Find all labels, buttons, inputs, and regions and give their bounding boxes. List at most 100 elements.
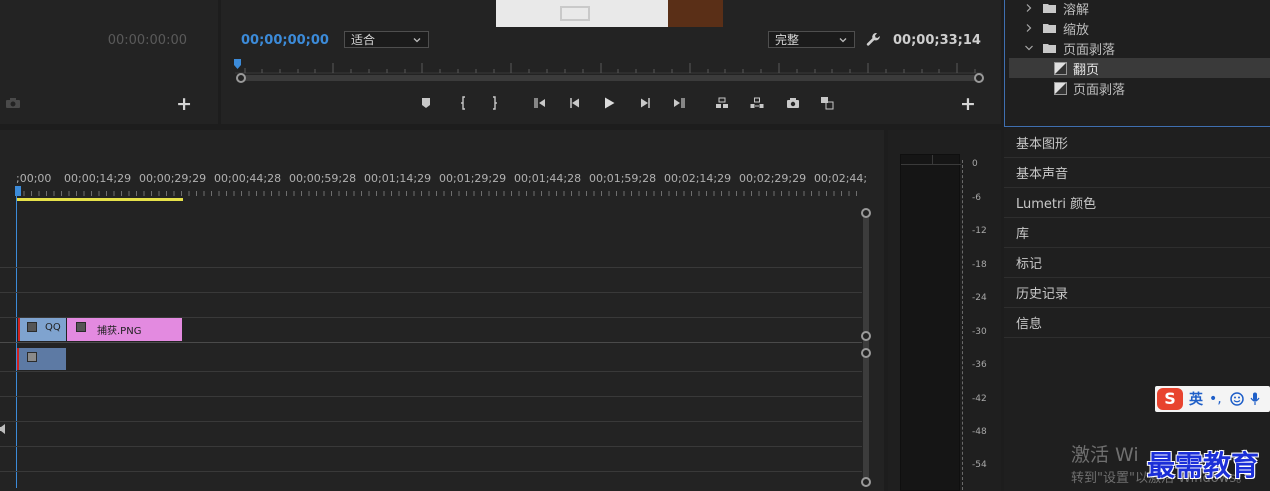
quality-dropdown[interactable]: 完整	[768, 31, 855, 48]
zoom-handle-right[interactable]	[974, 73, 984, 83]
mark-in-icon	[461, 96, 465, 110]
folder-icon	[1043, 44, 1056, 53]
db-label: 0	[972, 159, 978, 169]
program-zoom-scrollbar[interactable]	[239, 75, 981, 81]
db-label: -36	[972, 360, 987, 370]
tree-label: 缩放	[1063, 22, 1090, 38]
export-frame-button[interactable]	[784, 95, 802, 111]
program-scrub-ruler[interactable]	[235, 60, 983, 74]
step-forward-button[interactable]	[636, 95, 654, 111]
extract-button[interactable]	[748, 95, 766, 111]
chevron-down-icon	[839, 37, 847, 42]
panel-essential-sound[interactable]: 基本声音	[1004, 158, 1270, 188]
effects-panel: 溶解 缩放 页面剥落 翻页 页面剥落	[1004, 0, 1270, 127]
ruler-label: 00;01;59;28	[589, 172, 657, 185]
timeline-ruler-ticks[interactable]	[16, 188, 860, 196]
clip-qq[interactable]: QQ	[18, 318, 66, 341]
ime-punctuation[interactable]: •,	[1209, 391, 1222, 407]
program-duration-timecode: 00;00;33;14	[893, 33, 981, 48]
work-area-bar[interactable]	[17, 198, 183, 201]
db-label: -54	[972, 460, 987, 470]
program-playhead[interactable]	[234, 59, 241, 69]
db-label: -24	[972, 293, 987, 303]
track-divider	[0, 292, 862, 293]
zoom-handle-left[interactable]	[236, 73, 246, 83]
camera-icon[interactable]	[5, 97, 21, 109]
panel-markers[interactable]: 标记	[1004, 248, 1270, 278]
chevron-down-icon[interactable]	[1023, 42, 1035, 54]
tree-folder-zoom[interactable]: 缩放	[1009, 18, 1270, 38]
mark-out-button[interactable]	[486, 95, 504, 111]
timeline-vertical-scrollbar[interactable]	[861, 208, 871, 488]
microphone-icon[interactable]	[1250, 392, 1260, 406]
chevron-right-icon[interactable]	[1023, 2, 1035, 14]
add-marker-button[interactable]	[417, 95, 435, 111]
tree-label: 页面剥落	[1063, 42, 1116, 58]
mark-in-button[interactable]	[454, 95, 472, 111]
tree-effect-page-turn[interactable]: 翻页	[1009, 58, 1270, 78]
marker-icon	[422, 98, 430, 108]
db-label: -48	[972, 427, 987, 437]
program-add-button[interactable]: +	[960, 93, 976, 115]
source-add-button[interactable]: +	[176, 93, 192, 115]
tree-label: 翻页	[1073, 62, 1100, 78]
fit-dropdown[interactable]: 适合	[344, 31, 429, 48]
db-label: -6	[972, 193, 981, 203]
timeline-playhead[interactable]	[15, 186, 21, 196]
tree-folder-dissolve[interactable]: 溶解	[1009, 0, 1270, 18]
comparison-view-button[interactable]	[818, 95, 836, 111]
chevron-right-icon[interactable]	[1023, 22, 1035, 34]
panel-info[interactable]: 信息	[1004, 308, 1270, 338]
ime-logo[interactable]: S	[1157, 388, 1183, 410]
source-monitor-panel: 00:00:00:00 +	[0, 0, 218, 124]
step-back-button[interactable]	[566, 95, 584, 111]
source-timecode[interactable]: 00:00:00:00	[108, 33, 187, 48]
panel-essential-graphics[interactable]: 基本图形	[1004, 128, 1270, 158]
panel-libraries[interactable]: 库	[1004, 218, 1270, 248]
panels-list: 基本图形 基本声音 Lumetri 颜色 库 标记 历史记录 信息	[1004, 128, 1270, 491]
ruler-label: 00;01;29;29	[439, 172, 507, 185]
watermark-logo: 最需教育	[1147, 449, 1260, 482]
step-back-icon	[570, 98, 579, 108]
tree-effect-page-peel[interactable]: 页面剥落	[1009, 78, 1270, 98]
image-icon	[76, 322, 86, 332]
ime-mode[interactable]: 英	[1189, 389, 1203, 409]
ruler-label: 00;01;14;29	[364, 172, 432, 185]
audio-clip[interactable]	[17, 348, 66, 370]
clip-capture-png[interactable]: 捕获.PNG	[67, 318, 182, 341]
panel-lumetri-color[interactable]: Lumetri 颜色	[1004, 188, 1270, 218]
db-label: -30	[972, 327, 987, 337]
program-current-timecode[interactable]: 00;00;00;00	[241, 33, 329, 48]
fit-dropdown-value: 适合	[351, 33, 376, 47]
transition-effect-icon	[1054, 81, 1067, 95]
program-monitor-panel: 00;00;00;00 适合 完整 00;00;33;14 +	[221, 0, 1001, 124]
clip-label: QQ	[45, 322, 61, 333]
go-to-out-button[interactable]	[670, 95, 688, 111]
db-label: -12	[972, 226, 987, 236]
db-label: -18	[972, 260, 987, 270]
emoji-icon[interactable]	[1229, 392, 1244, 406]
ruler-label: 00;01;44;28	[514, 172, 582, 185]
lift-button[interactable]	[713, 95, 731, 111]
wrench-icon[interactable]	[866, 32, 881, 47]
ruler-label: 00;02;44;	[814, 172, 868, 185]
quality-dropdown-value: 完整	[775, 33, 800, 47]
ruler-label: 00;00;59;28	[289, 172, 357, 185]
speaker-icon[interactable]	[0, 424, 6, 434]
mark-out-icon	[493, 96, 497, 110]
play-button[interactable]	[600, 95, 618, 111]
chevron-down-icon	[413, 37, 421, 42]
tree-folder-page-peel[interactable]: 页面剥落	[1009, 38, 1270, 58]
tree-label: 页面剥落	[1073, 82, 1126, 98]
track-divider	[0, 396, 862, 397]
audio-icon	[27, 352, 37, 362]
go-to-in-button[interactable]	[531, 95, 549, 111]
ruler-label: ;00;00	[16, 172, 52, 185]
ruler-label: 00;00;14;29	[64, 172, 132, 185]
extract-icon	[750, 97, 764, 108]
ime-toolbar[interactable]: S 英 •,	[1155, 386, 1270, 412]
panel-history[interactable]: 历史记录	[1004, 278, 1270, 308]
folder-icon	[1043, 4, 1056, 13]
audio-meter-panel: 0 -6 -12 -18 -24 -30 -36 -42 -48 -54	[888, 130, 1001, 491]
comparison-view-icon	[821, 97, 834, 110]
